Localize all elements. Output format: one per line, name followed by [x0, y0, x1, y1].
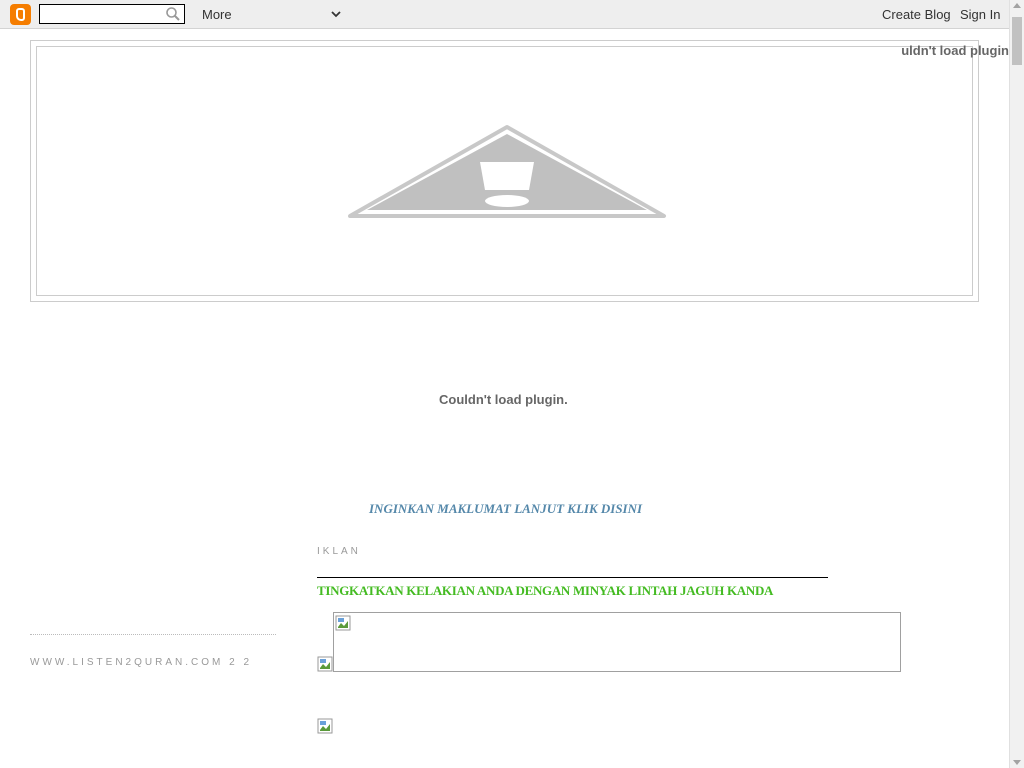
blogger-logo-icon[interactable]: [10, 4, 31, 25]
scrollbar-thumb[interactable]: [1012, 17, 1022, 65]
promo-link[interactable]: TINGKATKAN KELAKIAN ANDA DENGAN MINYAK L…: [317, 583, 773, 599]
sign-in-link[interactable]: Sign In: [960, 7, 1000, 22]
search-icon[interactable]: [165, 6, 181, 22]
sidebar-divider: [30, 634, 276, 635]
underline-divider: [317, 577, 828, 580]
header-plugin-area: [36, 46, 973, 296]
plugin-error-message: Couldn't load plugin.: [439, 392, 568, 407]
scroll-down-arrow-icon[interactable]: [1013, 760, 1021, 765]
scroll-up-arrow-icon[interactable]: [1013, 3, 1021, 8]
plugin-warning-icon: [348, 125, 666, 218]
section-title-iklan: IKLAN: [317, 546, 361, 557]
chevron-down-icon[interactable]: [329, 7, 343, 21]
broken-image-icon[interactable]: [317, 656, 333, 672]
vertical-scrollbar[interactable]: [1009, 0, 1024, 768]
info-link[interactable]: INGINKAN MAKLUMAT LANJUT KLIK DISINI: [369, 501, 642, 517]
blog-header: [30, 40, 979, 302]
broken-image-icon: [335, 615, 351, 631]
broken-image-icon[interactable]: [317, 718, 333, 734]
create-blog-link[interactable]: Create Blog: [882, 7, 951, 22]
ad-banner-image[interactable]: [333, 612, 901, 672]
plugin-error-corner: Couldn't load plugin.: [902, 43, 1009, 58]
search-input[interactable]: [39, 4, 185, 24]
blogger-navbar: More Create Blog Sign In: [0, 0, 1024, 29]
sidebar-link[interactable]: WWW.LISTEN2QURAN.COM 2 2: [30, 657, 252, 668]
more-menu-label[interactable]: More: [202, 7, 232, 22]
